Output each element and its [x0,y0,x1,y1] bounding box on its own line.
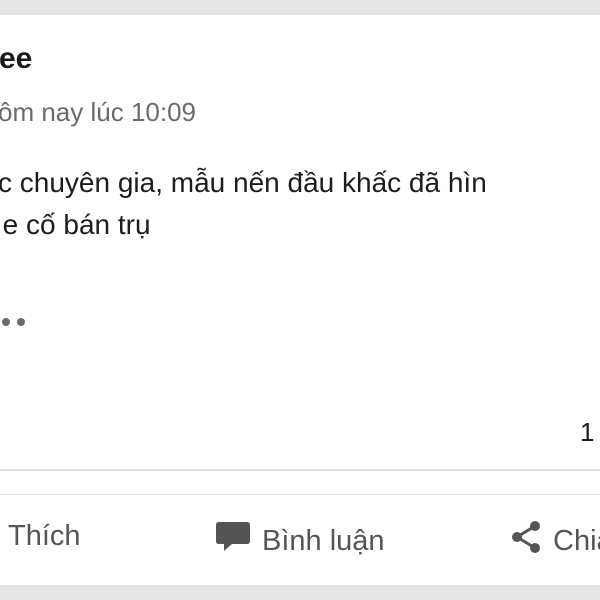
dot [2,318,10,326]
share-icon [510,520,542,562]
post-author-name[interactable]: ee [0,42,32,76]
post-timestamp[interactable]: ôm nay lúc 10:09 [0,97,196,128]
divider [0,469,600,471]
post-text-line: e cố bán trụ [0,209,151,240]
comment-button[interactable]: Bình luận [215,520,385,562]
like-label: Thích [8,520,81,552]
comment-label: Bình luận [262,524,385,557]
share-label: Chia [553,524,600,557]
speech-bubble-icon [215,520,251,562]
reaction-count[interactable]: 1 [580,417,594,448]
post-card: ee ôm nay lúc 10:09 c chuyên gia, mẫu nế… [0,15,600,585]
dot [17,318,25,326]
share-button[interactable]: Chia [510,520,600,562]
post-text-line: c chuyên gia, mẫu nến đầu khấc đã hìn [0,167,487,198]
more-dots-icon[interactable] [2,313,42,333]
divider [0,494,600,495]
like-button[interactable]: Thích [8,520,81,553]
